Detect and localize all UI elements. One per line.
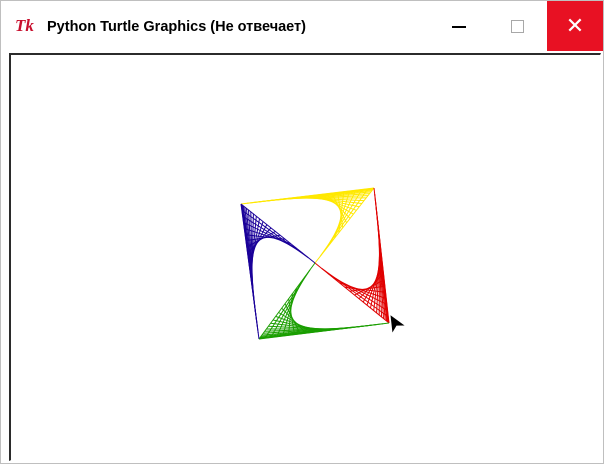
- minimize-button[interactable]: [429, 1, 489, 51]
- maximize-icon: [510, 19, 524, 33]
- turtle-canvas[interactable]: [9, 53, 601, 461]
- turtle-window: Tk Python Turtle Graphics (Не отвечает) …: [0, 0, 604, 464]
- close-icon: ✕: [565, 13, 585, 38]
- turtle-drawing: [11, 55, 601, 461]
- window-title: Python Turtle Graphics (Не отвечает): [47, 19, 306, 35]
- minimize-icon: [452, 26, 466, 28]
- title-bar[interactable]: Tk Python Turtle Graphics (Не отвечает) …: [1, 1, 603, 51]
- maximize-button[interactable]: [487, 1, 547, 51]
- tk-app-icon: Tk: [15, 16, 34, 35]
- close-button[interactable]: ✕: [547, 1, 603, 51]
- spiral-pattern: [240, 187, 390, 340]
